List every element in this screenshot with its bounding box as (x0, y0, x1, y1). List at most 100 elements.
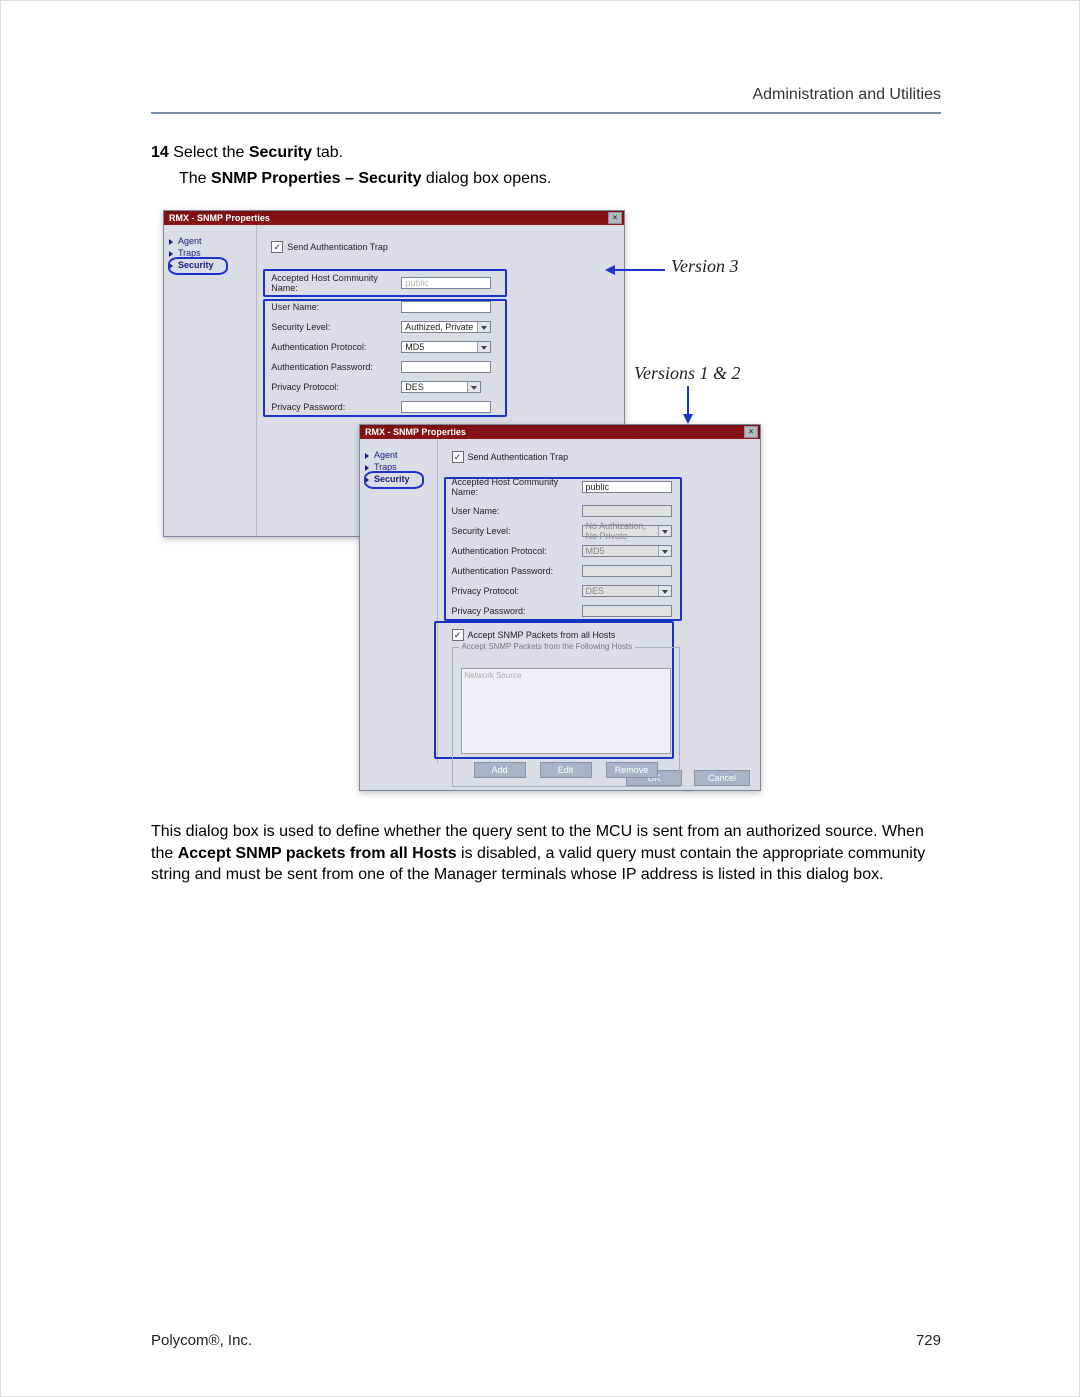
highlight-v3-fields (263, 299, 507, 417)
row-username: User Name: (271, 301, 610, 313)
page-footer: Polycom®, Inc. 729 (151, 1332, 941, 1349)
step-num: 14 (151, 144, 169, 161)
checkbox-icon: ✓ (452, 451, 464, 463)
step-14-sub: The SNMP Properties – Security dialog bo… (179, 170, 941, 188)
dialog-body: Agent Traps Security ✓ Send Authenticati… (360, 439, 760, 764)
hosts-list[interactable]: Network Source (461, 668, 671, 754)
authpass-input[interactable] (401, 361, 491, 373)
edit-button[interactable]: Edit (540, 762, 592, 778)
nav-item-security-label: Security (178, 260, 214, 270)
send-auth-trap-checkbox[interactable]: ✓ Send Authentication Trap (271, 241, 388, 253)
dialog-title: RMX - SNMP Properties × (164, 211, 624, 225)
authproto-select[interactable]: MD5 (582, 545, 672, 557)
privproto-select[interactable]: DES (582, 585, 672, 597)
step-sub-post: dialog box opens. (421, 170, 551, 187)
explanatory-paragraph: This dialog box is used to define whethe… (151, 821, 941, 886)
nav-item-traps[interactable]: Traps (164, 247, 256, 259)
row-seclevel: Security Level: Authized, Private (271, 321, 610, 333)
figure: RMX - SNMP Properties × Agent Traps Secu… (151, 210, 941, 795)
checkbox-icon: ✓ (271, 241, 283, 253)
label-username: User Name: (452, 506, 582, 516)
send-auth-trap-checkbox[interactable]: ✓ Send Authentication Trap (452, 451, 569, 463)
seclevel-select[interactable]: No Authization, No Private (582, 525, 672, 537)
authproto-value: MD5 (405, 342, 424, 352)
nav-item-traps[interactable]: Traps (360, 461, 437, 473)
privproto-select[interactable]: DES (401, 381, 481, 393)
label-privpass: Privacy Password: (271, 402, 401, 412)
chevron-down-icon (658, 526, 671, 536)
chevron-down-icon (477, 342, 490, 352)
step-text-post: tab. (312, 144, 343, 161)
label-authpass: Authentication Password: (452, 566, 582, 576)
arrow-left-icon (605, 263, 667, 277)
label-authproto: Authentication Protocol: (271, 342, 401, 352)
row-privpass: Privacy Password: (452, 605, 746, 617)
row-username: User Name: (452, 505, 746, 517)
chevron-down-icon (467, 382, 480, 392)
nav-pane: Agent Traps Security (164, 225, 257, 536)
accept-all-checkbox[interactable]: ✓ Accept SNMP Packets from all Hosts (452, 629, 616, 641)
chevron-down-icon (658, 586, 671, 596)
row-authpass: Authentication Password: (271, 361, 610, 373)
dialog-title-text: RMX - SNMP Properties (169, 213, 270, 223)
row-seclevel: Security Level: No Authization, No Priva… (452, 525, 746, 537)
chevron-down-icon (477, 322, 490, 332)
community-input[interactable]: public (582, 481, 672, 493)
nav-item-agent[interactable]: Agent (360, 449, 437, 461)
dialog-title-text: RMX - SNMP Properties (365, 427, 466, 437)
nav-item-security[interactable]: Security (360, 473, 437, 485)
checkbox-icon: ✓ (452, 629, 464, 641)
chevron-down-icon (658, 546, 671, 556)
label-seclevel: Security Level: (452, 526, 582, 536)
username-input[interactable] (582, 505, 672, 517)
checkbox-label: Send Authentication Trap (287, 242, 388, 252)
authproto-select[interactable]: MD5 (401, 341, 491, 353)
form-pane: ✓ Send Authentication Trap Accepted Host… (438, 439, 760, 764)
remove-button[interactable]: Remove (606, 762, 658, 778)
running-header: Administration and Utilities (151, 86, 941, 104)
accept-all-label: Accept SNMP Packets from all Hosts (468, 630, 616, 640)
row-authpass: Authentication Password: (452, 565, 746, 577)
privpass-input[interactable] (401, 401, 491, 413)
seclevel-select[interactable]: Authized, Private (401, 321, 491, 333)
footer-page-number: 729 (916, 1332, 941, 1349)
groupbox-title: Accept SNMP Packets from the Following H… (459, 642, 636, 651)
callout-versions12: Versions 1 & 2 (634, 363, 741, 384)
add-button[interactable]: Add (474, 762, 526, 778)
label-community: Accepted Host Community Name: (271, 273, 401, 293)
label-authproto: Authentication Protocol: (452, 546, 582, 556)
step-14: 14 Select the Security tab. (151, 144, 941, 162)
nav-item-security[interactable]: Security (164, 259, 256, 271)
step-sub-pre: The (179, 170, 211, 187)
cancel-button[interactable]: Cancel (694, 770, 750, 786)
label-authpass: Authentication Password: (271, 362, 401, 372)
label-seclevel: Security Level: (271, 322, 401, 332)
privproto-value: DES (405, 382, 424, 392)
username-input[interactable] (401, 301, 491, 313)
header-divider (151, 112, 941, 114)
privpass-input[interactable] (582, 605, 672, 617)
dialog-title: RMX - SNMP Properties × (360, 425, 760, 439)
authpass-input[interactable] (582, 565, 672, 577)
content-column: Administration and Utilities 14 Select t… (151, 86, 941, 886)
label-community: Accepted Host Community Name: (452, 477, 582, 497)
label-privproto: Privacy Protocol: (271, 382, 401, 392)
seclevel-value: No Authization, No Private (586, 521, 657, 541)
row-community: Accepted Host Community Name: public (452, 477, 746, 497)
footer-company: Polycom®, Inc. (151, 1332, 252, 1349)
hosts-groupbox: Accept SNMP Packets from the Following H… (452, 647, 680, 787)
close-icon[interactable]: × (608, 212, 622, 224)
page: Administration and Utilities 14 Select t… (0, 0, 1080, 1397)
row-privproto: Privacy Protocol: DES (271, 381, 610, 393)
authproto-value: MD5 (586, 546, 605, 556)
nav-item-agent[interactable]: Agent (164, 235, 256, 247)
community-input[interactable]: public (401, 277, 491, 289)
label-privproto: Privacy Protocol: (452, 586, 582, 596)
label-username: User Name: (271, 302, 401, 312)
label-privpass: Privacy Password: (452, 606, 582, 616)
close-icon[interactable]: × (744, 426, 758, 438)
step-text-pre: Select the (169, 144, 249, 161)
row-privpass: Privacy Password: (271, 401, 610, 413)
arrow-down-icon (681, 386, 695, 424)
hosts-buttons: Add Edit Remove (461, 762, 671, 778)
